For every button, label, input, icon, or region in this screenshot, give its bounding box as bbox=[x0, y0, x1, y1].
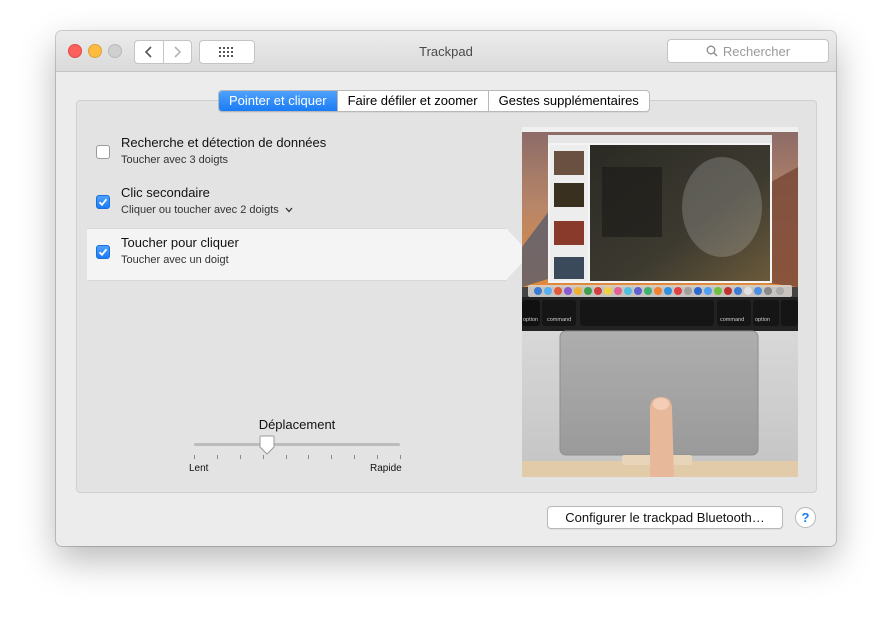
option-title: Recherche et détection de données bbox=[121, 135, 327, 150]
slider-tick bbox=[263, 455, 264, 459]
preview-illustration: option command command option bbox=[522, 127, 798, 477]
tab-scroll-zoom[interactable]: Faire défiler et zoomer bbox=[336, 91, 488, 111]
slider-tick bbox=[217, 455, 218, 459]
slider-tick bbox=[194, 455, 195, 459]
search-placeholder: Rechercher bbox=[722, 43, 791, 59]
option-lookup-data-detectors[interactable]: Recherche et détection de données Touche… bbox=[87, 129, 506, 179]
secondary-click-popup[interactable]: Cliquer ou toucher avec 2 doigts bbox=[121, 204, 293, 216]
slider-tick bbox=[240, 455, 241, 459]
key-command-right: command bbox=[720, 317, 744, 323]
slider-tick bbox=[400, 455, 401, 459]
checkmark-icon bbox=[98, 198, 108, 207]
search-field[interactable]: Rechercher bbox=[667, 39, 829, 63]
option-subtitle: Toucher avec un doigt bbox=[121, 254, 229, 266]
option-subtitle: Toucher avec 3 doigts bbox=[121, 154, 229, 166]
slider-tick bbox=[354, 455, 355, 459]
checkmark-icon bbox=[98, 248, 108, 257]
slider-tick bbox=[286, 455, 287, 459]
option-title: Toucher pour cliquer bbox=[121, 235, 239, 250]
checkbox-tap-to-click[interactable] bbox=[96, 245, 110, 259]
tracking-speed-track[interactable] bbox=[194, 443, 400, 446]
tab-bar: Pointer et cliquer Faire défiler et zoom… bbox=[218, 90, 650, 112]
option-secondary-click[interactable]: Clic secondaire Cliquer ou toucher avec … bbox=[87, 179, 506, 229]
slider-max-label: Rapide bbox=[370, 463, 402, 474]
title-bar: Trackpad Rechercher bbox=[56, 31, 836, 72]
key-command-left: command bbox=[547, 317, 571, 323]
tracking-speed-label: Déplacement bbox=[258, 417, 336, 432]
slider-min-label: Lent bbox=[189, 463, 209, 474]
checkbox-lookup[interactable] bbox=[96, 145, 110, 159]
configure-bluetooth-trackpad-button[interactable]: Configurer le trackpad Bluetooth… bbox=[547, 506, 783, 529]
help-button[interactable]: ? bbox=[795, 507, 816, 528]
key-option-left: option bbox=[523, 317, 538, 323]
search-icon bbox=[706, 45, 718, 57]
key-option-right: option bbox=[755, 317, 770, 323]
option-subtitle: Cliquer ou toucher avec 2 doigts bbox=[121, 204, 279, 216]
chevron-down-icon bbox=[285, 207, 293, 213]
tab-more-gestures[interactable]: Gestes supplémentaires bbox=[487, 91, 649, 111]
slider-tick bbox=[308, 455, 309, 459]
gesture-preview: option command command option bbox=[522, 127, 798, 477]
tracking-speed-thumb[interactable] bbox=[259, 435, 275, 455]
checkbox-secondary-click[interactable] bbox=[96, 195, 110, 209]
preferences-window: Trackpad Rechercher Pointer et cliquer F… bbox=[56, 31, 836, 546]
tab-point-click[interactable]: Pointer et cliquer bbox=[219, 91, 337, 111]
slider-tick bbox=[331, 455, 332, 459]
option-title: Clic secondaire bbox=[121, 185, 210, 200]
option-tap-to-click[interactable]: Toucher pour cliquer Toucher avec un doi… bbox=[87, 228, 506, 281]
slider-tick bbox=[377, 455, 378, 459]
